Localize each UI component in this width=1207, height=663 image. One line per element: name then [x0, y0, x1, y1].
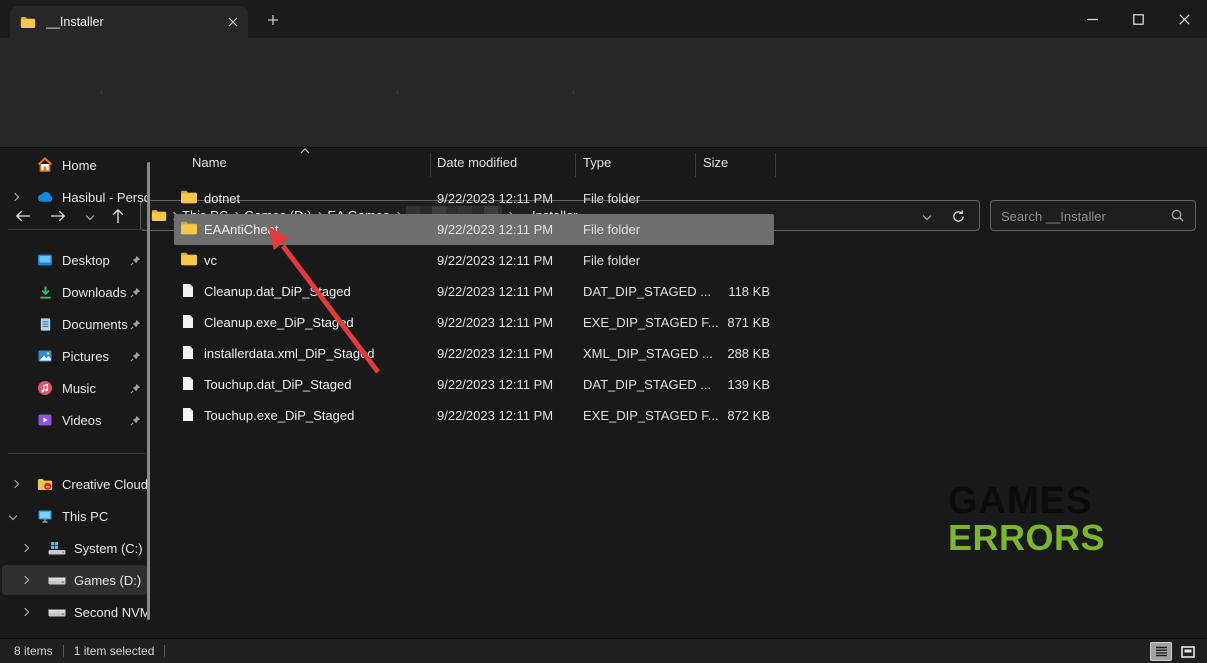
sidebar-item-downloads[interactable]: Downloads: [2, 277, 147, 307]
drive-icon: [48, 575, 66, 586]
column-divider[interactable]: [695, 153, 696, 177]
sidebar-item-pictures[interactable]: Pictures: [2, 341, 147, 371]
item-count: 8 items: [14, 644, 53, 658]
close-button[interactable]: [1161, 0, 1207, 38]
watermark-line2: ERRORS: [948, 520, 1105, 556]
search-box[interactable]: [990, 200, 1196, 231]
refresh-button[interactable]: [949, 207, 967, 225]
tab-title: __Installer: [46, 15, 228, 29]
pin-icon: [130, 415, 141, 426]
new-tab-button[interactable]: [263, 10, 283, 30]
large-icons-view-button[interactable]: [1177, 642, 1199, 661]
this-pc-icon: [36, 508, 54, 524]
sidebar-item-onedrive[interactable]: Hasibul - Persor: [2, 182, 147, 212]
file-row-touchup-dat[interactable]: Touchup.dat_DiP_Staged 9/22/2023 12:11 P…: [174, 369, 774, 400]
chevron-down-icon: [923, 212, 931, 220]
maximize-button[interactable]: [1115, 0, 1161, 38]
file-row-cleanup-exe[interactable]: Cleanup.exe_DiP_Staged 9/22/2023 12:11 P…: [174, 307, 774, 338]
minimize-button[interactable]: [1069, 0, 1115, 38]
documents-icon: [36, 317, 54, 332]
folder-icon: [180, 190, 198, 204]
chevron-right-icon[interactable]: [11, 480, 19, 488]
system-drive-icon: [48, 541, 66, 555]
details-view-button[interactable]: [1150, 642, 1172, 661]
chevron-right-icon[interactable]: [21, 544, 29, 552]
sidebar-item-documents[interactable]: Documents: [2, 309, 147, 339]
titlebar: __Installer: [0, 0, 1207, 38]
sidebar-item-games-d[interactable]: Games (D:): [2, 565, 147, 595]
folder-icon: [180, 221, 198, 235]
column-divider[interactable]: [775, 153, 776, 177]
view-toggles: [1150, 642, 1199, 661]
folder-icon: [20, 16, 36, 29]
watermark-line1: GAMES: [948, 482, 1105, 520]
sidebar-scrollbar[interactable]: [147, 162, 150, 620]
status-divider: [63, 645, 64, 657]
column-divider[interactable]: [430, 153, 431, 177]
column-header-name[interactable]: Name: [192, 155, 227, 170]
navigation-pane: Home Hasibul - Persor Desktop Downloads: [0, 148, 155, 638]
file-row-installerdata-xml[interactable]: installerdata.xml_DiP_Staged 9/22/2023 1…: [174, 338, 774, 369]
pin-icon: [130, 287, 141, 298]
folder-icon: [180, 252, 198, 266]
address-dropdown-button[interactable]: [919, 208, 935, 224]
column-header-type[interactable]: Type: [583, 155, 611, 170]
column-divider[interactable]: [575, 153, 576, 177]
chevron-right-icon[interactable]: [21, 608, 29, 616]
sidebar-item-second-nvme[interactable]: Second NVME: [2, 597, 147, 627]
address-row: This PC Games (D:) EA Games __Installer: [0, 94, 1207, 148]
file-icon: [182, 314, 194, 329]
selection-count: 1 item selected: [74, 644, 155, 658]
window-controls: [1069, 0, 1207, 38]
desktop-icon: [36, 252, 54, 268]
file-icon: [182, 407, 194, 422]
explorer-tab[interactable]: __Installer: [10, 6, 248, 38]
file-explorer-window: __Installer New: [0, 0, 1207, 663]
sidebar-divider: [8, 229, 145, 230]
sidebar-item-videos[interactable]: Videos: [2, 405, 147, 435]
games-errors-watermark: GAMES ERRORS: [948, 482, 1105, 556]
creative-cloud-folder-icon: [36, 478, 54, 491]
home-icon: [36, 157, 54, 173]
search-input[interactable]: [999, 201, 1163, 232]
file-row-eaanticheat-selected[interactable]: EAAntiCheat 9/22/2023 12:11 PM File fold…: [174, 214, 774, 245]
search-icon: [1170, 208, 1185, 223]
status-divider: [164, 645, 165, 657]
sort-ascending-icon: [300, 148, 310, 154]
file-row-dotnet[interactable]: dotnet 9/22/2023 12:11 PM File folder: [174, 183, 774, 214]
drive-icon: [48, 607, 66, 618]
sidebar-divider: [8, 453, 145, 454]
sidebar-item-this-pc[interactable]: This PC: [2, 501, 147, 531]
column-header-date-modified[interactable]: Date modified: [437, 155, 517, 170]
file-row-vc[interactable]: vc 9/22/2023 12:11 PM File folder: [174, 245, 774, 276]
sidebar-item-music[interactable]: Music: [2, 373, 147, 403]
file-row-touchup-exe[interactable]: Touchup.exe_DiP_Staged 9/22/2023 12:11 P…: [174, 400, 774, 431]
chevron-right-icon[interactable]: [11, 193, 19, 201]
onedrive-cloud-icon: [36, 191, 54, 203]
sidebar-item-creative-cloud[interactable]: Creative Cloud F: [2, 469, 147, 499]
file-icon: [182, 345, 194, 360]
sidebar-item-home[interactable]: Home: [2, 150, 147, 180]
sidebar-item-desktop[interactable]: Desktop: [2, 245, 147, 275]
videos-icon: [36, 412, 54, 428]
downloads-icon: [36, 285, 54, 300]
pin-icon: [130, 319, 141, 330]
command-bar: New A: [0, 38, 1207, 94]
pin-icon: [130, 351, 141, 362]
chevron-right-icon[interactable]: [21, 576, 29, 584]
chevron-down-icon[interactable]: [9, 512, 17, 520]
status-bar: 8 items 1 item selected: [0, 638, 1207, 663]
column-header-size[interactable]: Size: [703, 155, 728, 170]
file-icon: [182, 376, 194, 391]
music-icon: [36, 380, 54, 396]
pin-icon: [130, 383, 141, 394]
file-icon: [182, 283, 194, 298]
sidebar-item-system-c[interactable]: System (C:): [2, 533, 147, 563]
file-row-cleanup-dat[interactable]: Cleanup.dat_DiP_Staged 9/22/2023 12:11 P…: [174, 276, 774, 307]
pictures-icon: [36, 348, 54, 364]
tab-close-icon[interactable]: [228, 17, 238, 27]
pin-icon: [130, 255, 141, 266]
